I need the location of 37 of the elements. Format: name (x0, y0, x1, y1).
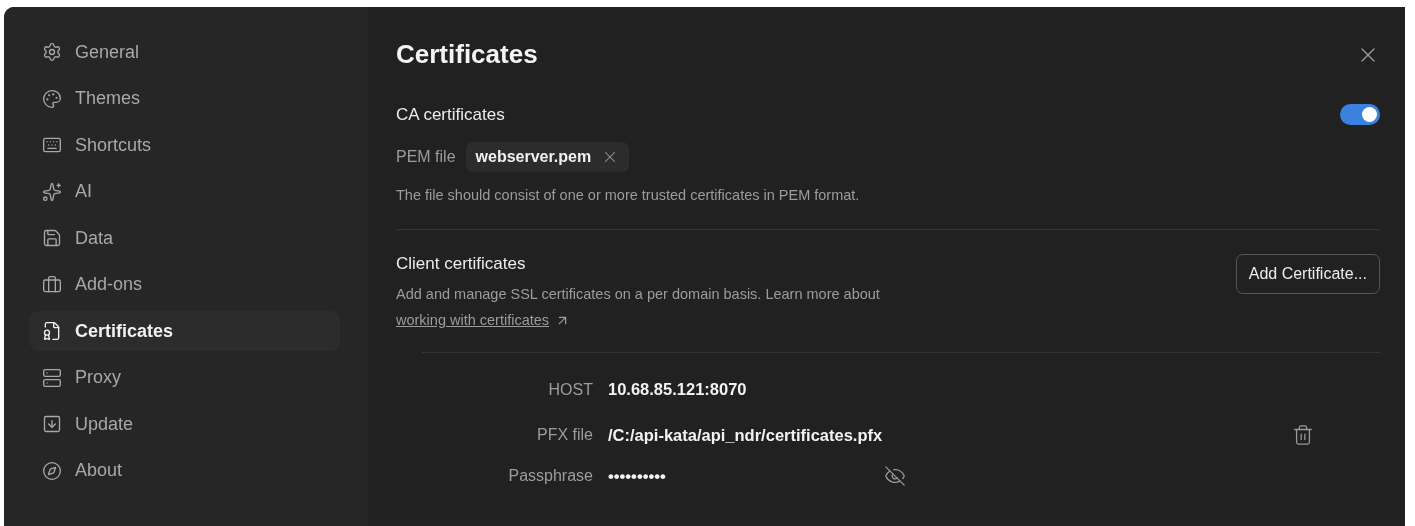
sidebar-item[interactable]: AI (30, 171, 340, 212)
keyboard-icon (42, 135, 62, 155)
description: The file should consist of one or more trusted certificates in PEM format. (396, 187, 860, 203)
sidebar-item[interactable]: Certificates (30, 311, 340, 351)
eye-off-icon[interactable] (883, 465, 906, 487)
sidebar-item[interactable]: Proxy (30, 357, 340, 398)
download-icon (42, 414, 62, 434)
briefcase-icon (42, 274, 62, 295)
palette-icon (42, 88, 62, 109)
add-certificate-button[interactable]: Add Certificate... (1235, 254, 1380, 294)
docs-link[interactable]: working with certificates (396, 312, 550, 328)
sidebar-item[interactable]: Shortcuts (30, 125, 340, 165)
sidebar-item[interactable]: Data (30, 218, 340, 258)
certificate-icon (42, 321, 62, 341)
file-path: /C:/api-kata/api_ndr/certificates.pfx (608, 425, 884, 445)
server-icon (42, 367, 62, 388)
passphrase-value: •••••••••• (608, 466, 666, 486)
field-label: HOST (547, 380, 593, 399)
sidebar-item[interactable]: Themes (30, 78, 340, 119)
field-label: Passphrase (507, 467, 593, 485)
description: Add and manage SSL certificates on a per domain basis. Learn more about (396, 285, 880, 304)
field-label: PFX file (536, 426, 593, 444)
toggle-switch[interactable] (1340, 104, 1380, 125)
sparkles-icon (42, 181, 62, 202)
section-heading: CA certificates (396, 104, 505, 125)
gear-icon (42, 42, 62, 62)
compass-icon (42, 460, 62, 481)
field-label: PEM file (396, 148, 456, 166)
file-name: webserver.pem (475, 148, 592, 166)
sidebar-item[interactable]: General (30, 32, 340, 72)
sidebar-item[interactable]: Add-ons (30, 264, 340, 305)
sidebar-item[interactable]: About (30, 450, 340, 491)
section-heading: Client certificates (396, 254, 527, 274)
host-value: 10.68.85.121:8070 (608, 380, 748, 399)
trash-icon[interactable] (1292, 424, 1314, 446)
sidebar-item[interactable]: Update (30, 404, 340, 444)
page-title: Certificates (396, 39, 538, 70)
